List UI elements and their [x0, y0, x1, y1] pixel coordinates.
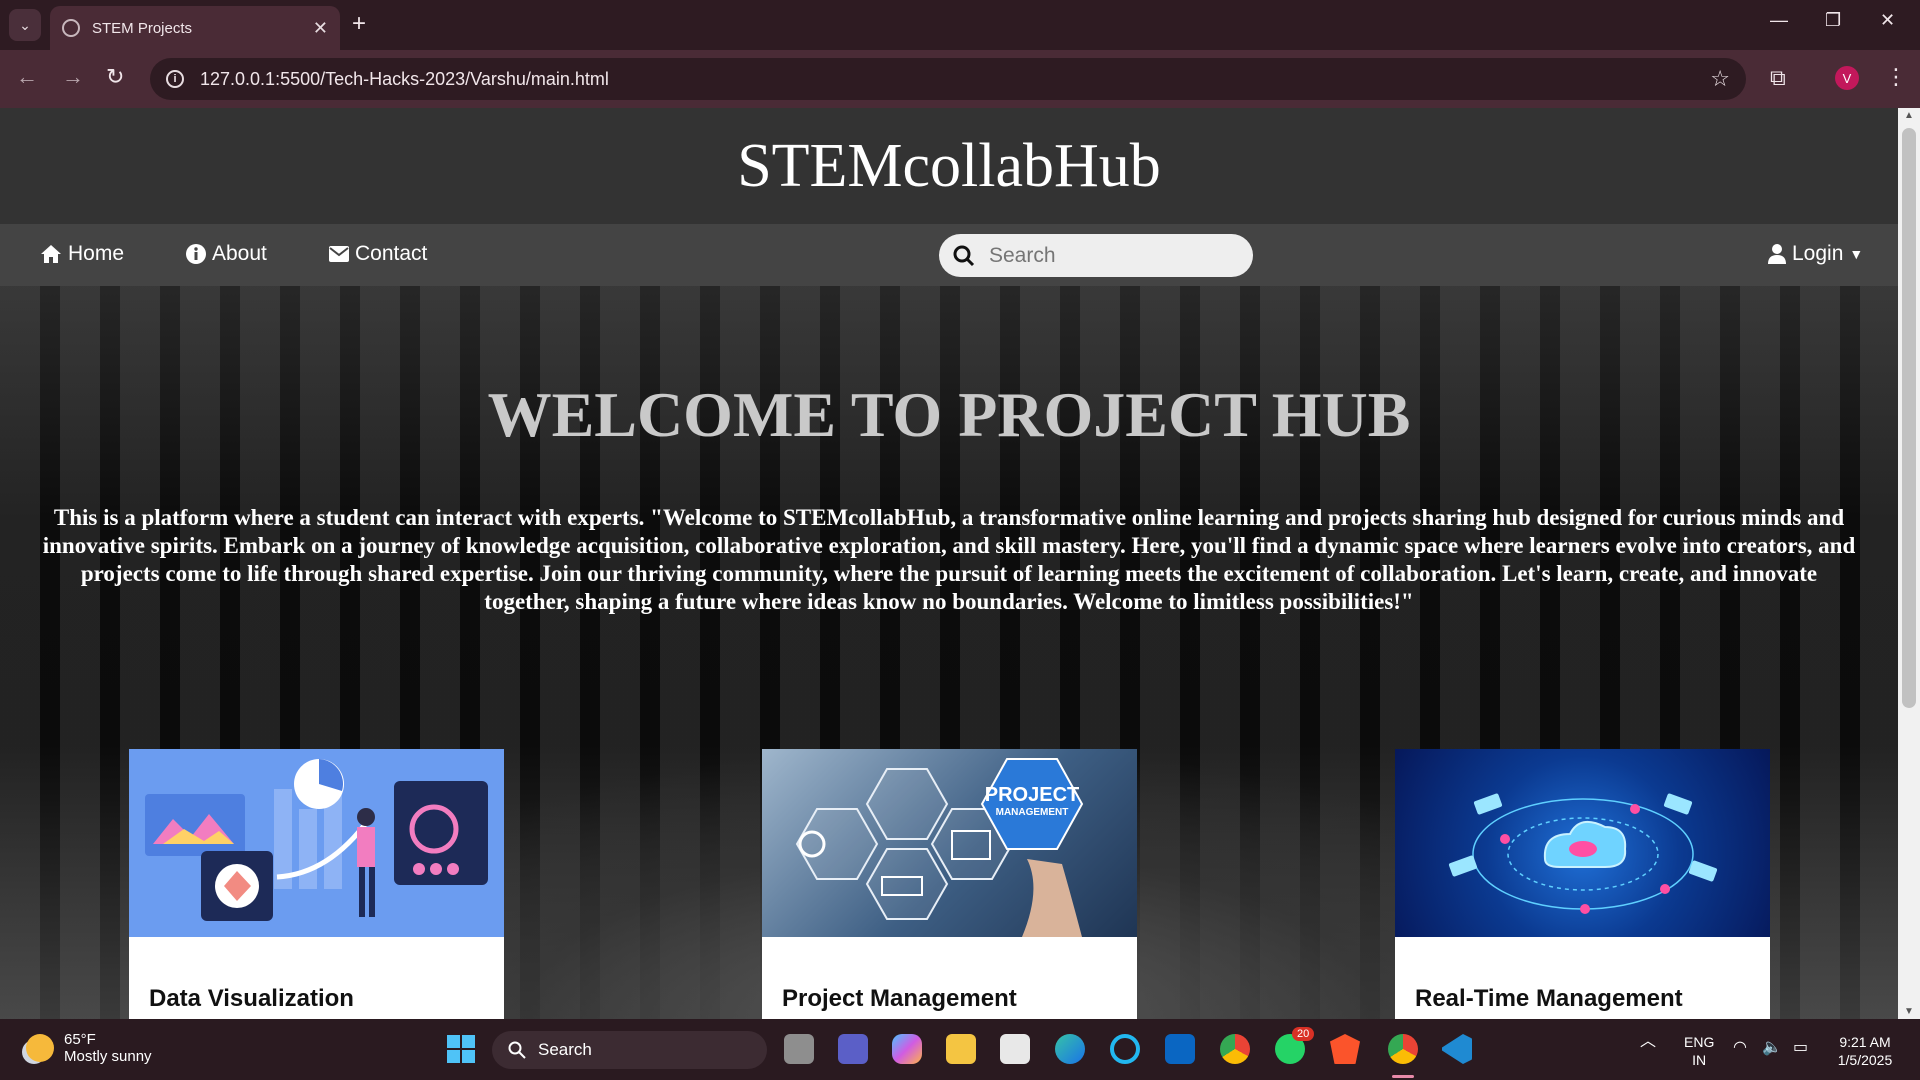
project-management-caption-line2: MANAGEMENT: [996, 807, 1069, 818]
cortana-icon[interactable]: [1110, 1034, 1140, 1064]
site-info-icon[interactable]: i: [166, 70, 184, 88]
hero-title: WELCOME TO PROJECT HUB: [487, 379, 1411, 450]
whatsapp-badge: 20: [1292, 1027, 1315, 1041]
minimize-button[interactable]: —: [1770, 10, 1788, 31]
scroll-up-icon[interactable]: ▲: [1904, 110, 1914, 121]
bookmark-star-icon[interactable]: ☆: [1710, 66, 1730, 92]
reload-button[interactable]: ↻: [106, 64, 124, 90]
login-label: Login: [1792, 242, 1844, 265]
project-management-image: PROJECT MANAGEMENT: [762, 749, 1137, 937]
vscode-icon[interactable]: [1442, 1034, 1472, 1064]
page-scrollbar[interactable]: ▲ ▼: [1898, 108, 1920, 1019]
browser-tab[interactable]: STEM Projects ✕: [50, 6, 340, 50]
language-indicator[interactable]: ENG IN: [1684, 1033, 1714, 1069]
nav-about-label: About: [212, 242, 267, 265]
close-tab-icon[interactable]: ✕: [313, 18, 328, 39]
weather-temp: 65°F: [64, 1031, 96, 1048]
copilot-icon[interactable]: [892, 1034, 922, 1064]
globe-icon: [62, 19, 80, 37]
file-explorer-icon[interactable]: [946, 1034, 976, 1064]
scrollbar-thumb[interactable]: [1902, 128, 1916, 708]
weather-widget[interactable]: 65°F Mostly sunny: [26, 1031, 152, 1065]
app-blue-icon[interactable]: [1165, 1034, 1195, 1064]
windows-start-icon[interactable]: [446, 1034, 476, 1064]
new-tab-button[interactable]: +: [352, 10, 366, 38]
chrome-active-icon[interactable]: [1388, 1034, 1418, 1064]
nav-contact-label: Contact: [355, 242, 428, 265]
browser-tab-bar: ⌄ STEM Projects ✕ + — ❐ ✕: [0, 0, 1920, 50]
project-management-caption-line1: PROJECT: [985, 784, 1079, 806]
profile-avatar[interactable]: V: [1835, 66, 1859, 90]
lang-region: IN: [1692, 1052, 1707, 1068]
taskbar-search[interactable]: Search: [492, 1031, 767, 1069]
windows-taskbar: 65°F Mostly sunny Search 20 ︿ ENG IN ◠ 🔈…: [0, 1019, 1920, 1080]
extensions-icon[interactable]: ⧉: [1770, 65, 1786, 91]
caret-down-icon: ▼: [1849, 246, 1864, 262]
user-icon: [1768, 244, 1786, 264]
page-viewport: STEMcollabHub Home About Contact Login ▼…: [0, 108, 1898, 1019]
tab-title: STEM Projects: [92, 19, 193, 37]
microsoft-store-icon[interactable]: [1000, 1034, 1030, 1064]
browser-menu-icon[interactable]: ⋮: [1885, 64, 1907, 90]
active-app-indicator: [1392, 1075, 1414, 1078]
weather-sun-icon: [26, 1034, 54, 1062]
close-window-button[interactable]: ✕: [1880, 10, 1895, 31]
nav-home-label: Home: [68, 242, 125, 265]
site-search-input[interactable]: [989, 243, 1239, 268]
battery-icon[interactable]: ▭: [1793, 1039, 1808, 1057]
nav-contact[interactable]: Contact: [329, 242, 427, 266]
search-icon: [508, 1041, 526, 1059]
teams-icon[interactable]: [838, 1034, 868, 1064]
scroll-down-icon[interactable]: ▼: [1904, 1006, 1914, 1017]
envelope-icon: [329, 246, 349, 262]
tray-overflow-icon[interactable]: ︿: [1640, 1033, 1656, 1051]
restore-button[interactable]: ❐: [1825, 10, 1841, 31]
wifi-icon[interactable]: ◠: [1733, 1039, 1747, 1057]
card-title: Project Management: [782, 985, 1017, 1012]
card-data-visualization[interactable]: Data Visualization: [129, 749, 504, 1019]
address-bar[interactable]: i 127.0.0.1:5500/Tech-Hacks-2023/Varshu/…: [150, 58, 1746, 100]
volume-icon[interactable]: 🔈: [1762, 1039, 1782, 1057]
data-visualization-image: [129, 749, 504, 937]
login-dropdown[interactable]: Login ▼: [1768, 242, 1863, 266]
lang-code: ENG: [1684, 1034, 1715, 1050]
home-icon: [41, 245, 61, 263]
task-view-icon[interactable]: [784, 1034, 814, 1064]
info-icon: [186, 244, 206, 264]
chrome-icon[interactable]: [1220, 1034, 1250, 1064]
card-title: Data Visualization: [149, 985, 354, 1012]
back-button[interactable]: ←: [16, 64, 38, 90]
hero-description: This is a platform where a student can i…: [42, 505, 1856, 614]
edge-icon[interactable]: [1055, 1034, 1085, 1064]
forward-button[interactable]: →: [62, 64, 84, 90]
clock[interactable]: 9:21 AM 1/5/2025: [1830, 1033, 1900, 1069]
nav-home[interactable]: Home: [40, 242, 124, 266]
taskbar-search-label: Search: [538, 1040, 592, 1059]
clock-date: 1/5/2025: [1837, 1052, 1893, 1068]
search-icon: [953, 245, 975, 266]
tab-search-button[interactable]: ⌄: [9, 9, 41, 41]
clock-time: 9:21 AM: [1839, 1034, 1891, 1050]
cloud-network-image: [1395, 749, 1770, 937]
card-title: Real-Time Management: [1415, 985, 1683, 1012]
site-search[interactable]: [939, 234, 1253, 277]
nav-about[interactable]: About: [186, 242, 267, 266]
card-real-time-management[interactable]: Real-Time Management: [1395, 749, 1770, 1019]
site-navbar: Home About Contact Login ▼: [0, 224, 1898, 286]
url-text: 127.0.0.1:5500/Tech-Hacks-2023/Varshu/ma…: [200, 68, 609, 89]
browser-toolbar: ← → ↻ i 127.0.0.1:5500/Tech-Hacks-2023/V…: [0, 50, 1920, 108]
weather-desc: Mostly sunny: [64, 1048, 152, 1065]
site-brand: STEMcollabHub: [0, 108, 1898, 224]
brave-icon[interactable]: [1330, 1034, 1360, 1064]
card-project-management[interactable]: PROJECT MANAGEMENT Project Management: [762, 749, 1137, 1019]
